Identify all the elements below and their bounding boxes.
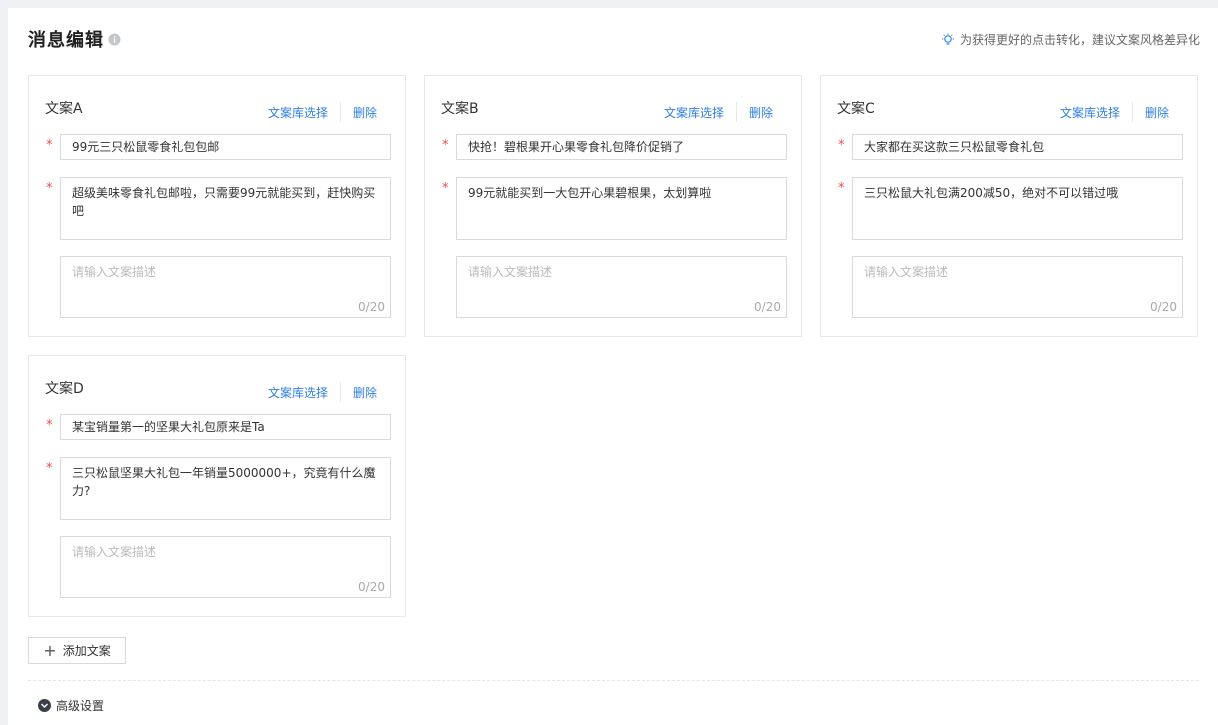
copy-card-c: 文案C 文案库选择 删除 * 大家都在买这款三只松鼠零食礼包 * 三只松鼠大礼包… (820, 75, 1198, 337)
required-mark: * (838, 138, 845, 153)
headline-input[interactable]: 大家都在买这款三只松鼠零食礼包 (852, 134, 1183, 160)
lightbulb-icon (942, 33, 954, 45)
plus-icon: + (43, 640, 57, 660)
style-tip: 为获得更好的点击转化，建议文案风格差异化 (941, 31, 1200, 48)
description-placeholder: 请输入文案描述 (72, 545, 157, 559)
char-counter: 0/20 (754, 300, 781, 314)
body-textarea[interactable]: 99元就能买到一大包开心果碧根果，太划算啦 (456, 177, 787, 240)
card-title: 文案B (441, 101, 479, 117)
delete-link[interactable]: 删除 (353, 384, 377, 401)
action-divider (339, 102, 341, 122)
tip-text: 为获得更好的点击转化，建议文案风格差异化 (959, 33, 1200, 47)
headline-input[interactable]: 某宝销量第一的坚果大礼包原来是Ta (60, 414, 391, 440)
library-select-link[interactable]: 文案库选择 (1060, 104, 1120, 121)
description-textarea[interactable]: 请输入文案描述 0/20 (60, 256, 391, 318)
page-title: 消息编辑 (28, 30, 104, 51)
description-placeholder: 请输入文案描述 (468, 265, 553, 279)
action-divider (339, 382, 341, 402)
copy-card-a: 文案A 文案库选择 删除 * 99元三只松鼠零食礼包包邮 * 超级美味零食礼包邮… (28, 75, 406, 337)
card-title: 文案A (45, 101, 83, 117)
required-mark: * (46, 461, 53, 476)
char-counter: 0/20 (1150, 300, 1177, 314)
card-title: 文案C (837, 101, 875, 117)
copy-card-b: 文案B 文案库选择 删除 * 快抢！碧根果开心果零食礼包降价促销了 * 99元就… (424, 75, 802, 337)
description-textarea[interactable]: 请输入文案描述 0/20 (852, 256, 1183, 318)
library-select-link[interactable]: 文案库选择 (664, 104, 724, 121)
required-mark: * (46, 418, 53, 433)
required-mark: * (46, 138, 53, 153)
section-divider (28, 680, 1199, 681)
required-mark: * (442, 181, 449, 196)
required-mark: * (442, 138, 449, 153)
headline-input[interactable]: 快抢！碧根果开心果零食礼包降价促销了 (456, 134, 787, 160)
headline-input[interactable]: 99元三只松鼠零食礼包包邮 (60, 134, 391, 160)
advanced-settings-toggle[interactable]: 高级设置 (38, 697, 104, 714)
body-textarea[interactable]: 超级美味零食礼包邮啦，只需要99元就能买到，赶快购买吧 (60, 177, 391, 240)
delete-link[interactable]: 删除 (749, 104, 773, 121)
required-mark: * (46, 181, 53, 196)
library-select-link[interactable]: 文案库选择 (268, 384, 328, 401)
char-counter: 0/20 (358, 580, 385, 594)
card-title: 文案D (45, 381, 84, 397)
library-select-link[interactable]: 文案库选择 (268, 104, 328, 121)
description-textarea[interactable]: 请输入文案描述 0/20 (456, 256, 787, 318)
body-textarea[interactable]: 三只松鼠大礼包满200减50，绝对不可以错过哦 (852, 177, 1183, 240)
message-edit-panel: 消息编辑 为获得更好的点击转化，建议文案风格差异化 文案A 文案库选择 删除 *… (8, 8, 1218, 725)
required-mark: * (838, 181, 845, 196)
copy-card-d: 文案D 文案库选择 删除 * 某宝销量第一的坚果大礼包原来是Ta * 三只松鼠坚… (28, 355, 406, 617)
advanced-settings-label: 高级设置 (56, 699, 105, 713)
add-copy-label: 添加文案 (62, 644, 111, 658)
delete-link[interactable]: 删除 (353, 104, 377, 121)
action-divider (735, 102, 737, 122)
info-icon[interactable] (108, 33, 121, 46)
delete-link[interactable]: 删除 (1145, 104, 1169, 121)
description-placeholder: 请输入文案描述 (72, 265, 157, 279)
body-textarea[interactable]: 三只松鼠坚果大礼包一年销量5000000+，究竟有什么魔力? (60, 457, 391, 520)
chevron-down-icon (38, 699, 51, 712)
description-textarea[interactable]: 请输入文案描述 0/20 (60, 536, 391, 598)
action-divider (1131, 102, 1133, 122)
description-placeholder: 请输入文案描述 (864, 265, 949, 279)
char-counter: 0/20 (358, 300, 385, 314)
add-copy-button[interactable]: + 添加文案 (28, 637, 126, 664)
